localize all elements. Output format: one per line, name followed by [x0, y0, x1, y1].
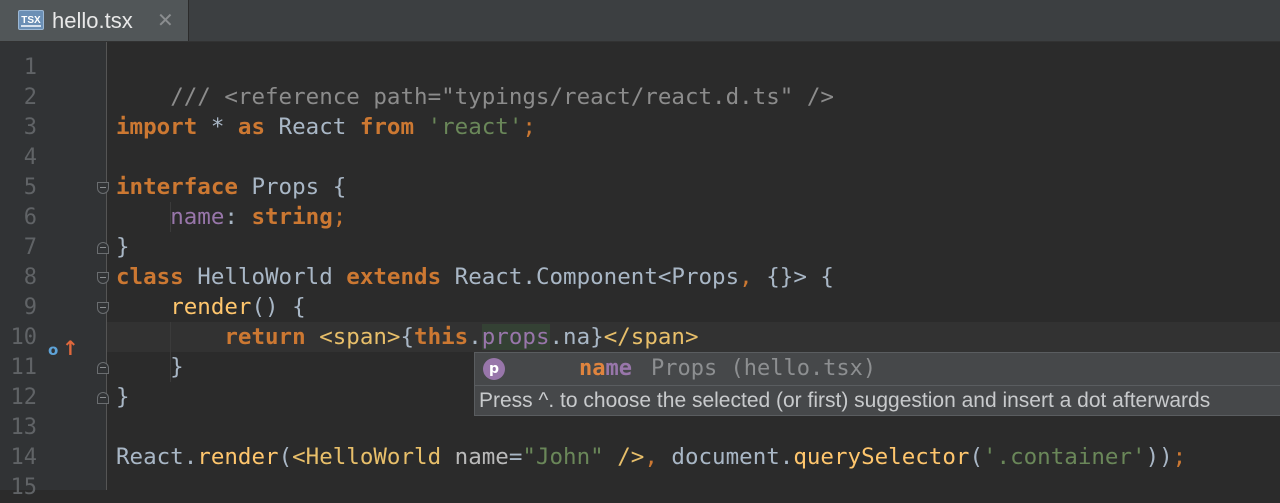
code-text: React [265, 114, 360, 140]
string-literal: '.container' [983, 444, 1146, 470]
tab-title: hello.tsx [52, 8, 133, 33]
completion-rest: me [605, 356, 633, 381]
code-text: ( [969, 444, 983, 470]
line-number-gutter: 1 2 3 4 5 6 7 8 9 10 11 12 13 14 15 o ↑ [0, 42, 109, 500]
line-number: 10 [10, 325, 38, 350]
jsx-tag: </span> [603, 324, 699, 350]
editor-tab-bar: TSX hello.tsx ✕ [0, 0, 1280, 42]
typed-prefix: na [563, 324, 591, 350]
code-text: } [116, 234, 130, 260]
code-line-1: /// <reference path="typings/react/react… [116, 52, 834, 110]
completion-item-type: Props (hello.tsx) [651, 356, 877, 381]
code-text: HelloWorld [183, 264, 347, 290]
keyword: interface [116, 174, 238, 200]
code-text: React.Component<Props [441, 264, 740, 290]
keyword: extends [346, 264, 442, 290]
line-number: 6 [23, 205, 37, 230]
code-text: {}> { [752, 264, 834, 290]
code-text: )) [1145, 444, 1173, 470]
line-number: 7 [23, 235, 37, 260]
comma: , [739, 264, 753, 290]
code-line-11: } [116, 352, 184, 382]
code-text: ( [278, 444, 293, 470]
keyword: import [116, 114, 198, 140]
property-icon: p [483, 358, 505, 380]
code-line-5: interface Props { [116, 172, 346, 202]
line-number: 3 [23, 115, 37, 140]
method-name: render [197, 444, 279, 470]
line-number: 13 [10, 415, 38, 440]
line-number: 14 [10, 445, 38, 470]
close-icon[interactable]: ✕ [157, 0, 174, 41]
code-line-8: class HelloWorld extends React.Component… [116, 262, 834, 292]
code-text: } [116, 354, 184, 380]
jsx-attribute: name [454, 444, 509, 470]
code-text: Props { [237, 174, 347, 200]
line-number: 1 [23, 55, 37, 80]
jsx-tag: /> [603, 444, 645, 470]
completion-item-name[interactable]: p name Props (hello.tsx) [475, 353, 1280, 385]
code-text: : [224, 204, 252, 230]
jsx-tag: <span> [319, 324, 401, 350]
tab-hello-tsx[interactable]: TSX hello.tsx ✕ [0, 0, 189, 41]
keyword: as [237, 114, 266, 140]
keyword: return [224, 324, 306, 350]
line-number: 2 [23, 85, 37, 110]
keyword: this [414, 324, 469, 350]
method-name: render [170, 294, 252, 320]
reference-comment: /// <reference path="typings/react/react… [170, 84, 834, 110]
line-number: 11 [10, 355, 38, 380]
implements-marker-icon[interactable]: o [48, 341, 58, 359]
code-line-12: } [116, 382, 130, 412]
code-text: React. [116, 444, 198, 470]
code-line-9: render() { [116, 292, 306, 322]
line-number: 8 [23, 265, 37, 290]
code-text: { [400, 324, 415, 350]
line-number: 5 [23, 175, 37, 200]
code-line-3: import * as React from 'react'; [116, 112, 536, 142]
type-keyword: string [251, 204, 333, 230]
comma: , [644, 444, 658, 470]
code-text: } [590, 324, 604, 350]
completion-popup: p name Props (hello.tsx) Press ^. to cho… [474, 352, 1280, 416]
completion-match: na [579, 356, 606, 381]
code-text: . [549, 324, 564, 350]
completion-item-label: name [579, 353, 632, 385]
code-text: * [197, 114, 238, 140]
code-text: = [508, 444, 523, 470]
method-name: querySelector [793, 444, 970, 470]
line-number: 15 [10, 475, 38, 500]
code-text: document. [657, 444, 794, 470]
tsx-file-icon: TSX [18, 10, 44, 30]
code-text: } [116, 384, 130, 410]
code-line-14: React.render(<HelloWorld name="John" />,… [116, 442, 1186, 472]
string-literal: 'react' [427, 114, 523, 140]
keyword: from [359, 114, 415, 140]
semicolon: ; [1172, 444, 1187, 470]
code-line-7: } [116, 232, 130, 262]
field-name: name [170, 204, 225, 230]
override-arrow-icon[interactable]: ↑ [62, 336, 79, 360]
semicolon: ; [332, 204, 347, 230]
code-text: () { [251, 294, 306, 320]
code-editor[interactable]: /// <reference path="typings/react/react… [107, 42, 1280, 490]
semicolon: ; [522, 114, 536, 140]
code-text: . [468, 324, 482, 350]
completion-hint: Press ^. to choose the selected (or firs… [475, 385, 1280, 415]
line-number: 9 [23, 295, 37, 320]
code-line-10: return <span>{this.props.na}</span> [116, 322, 699, 352]
line-number: 12 [10, 385, 38, 410]
jsx-tag: <HelloWorld [292, 444, 442, 470]
string-literal: "John" [522, 444, 604, 470]
keyword: class [116, 264, 184, 290]
line-number: 4 [23, 145, 37, 170]
code-line-6: name: string; [116, 202, 346, 232]
field-name: props [481, 324, 550, 350]
